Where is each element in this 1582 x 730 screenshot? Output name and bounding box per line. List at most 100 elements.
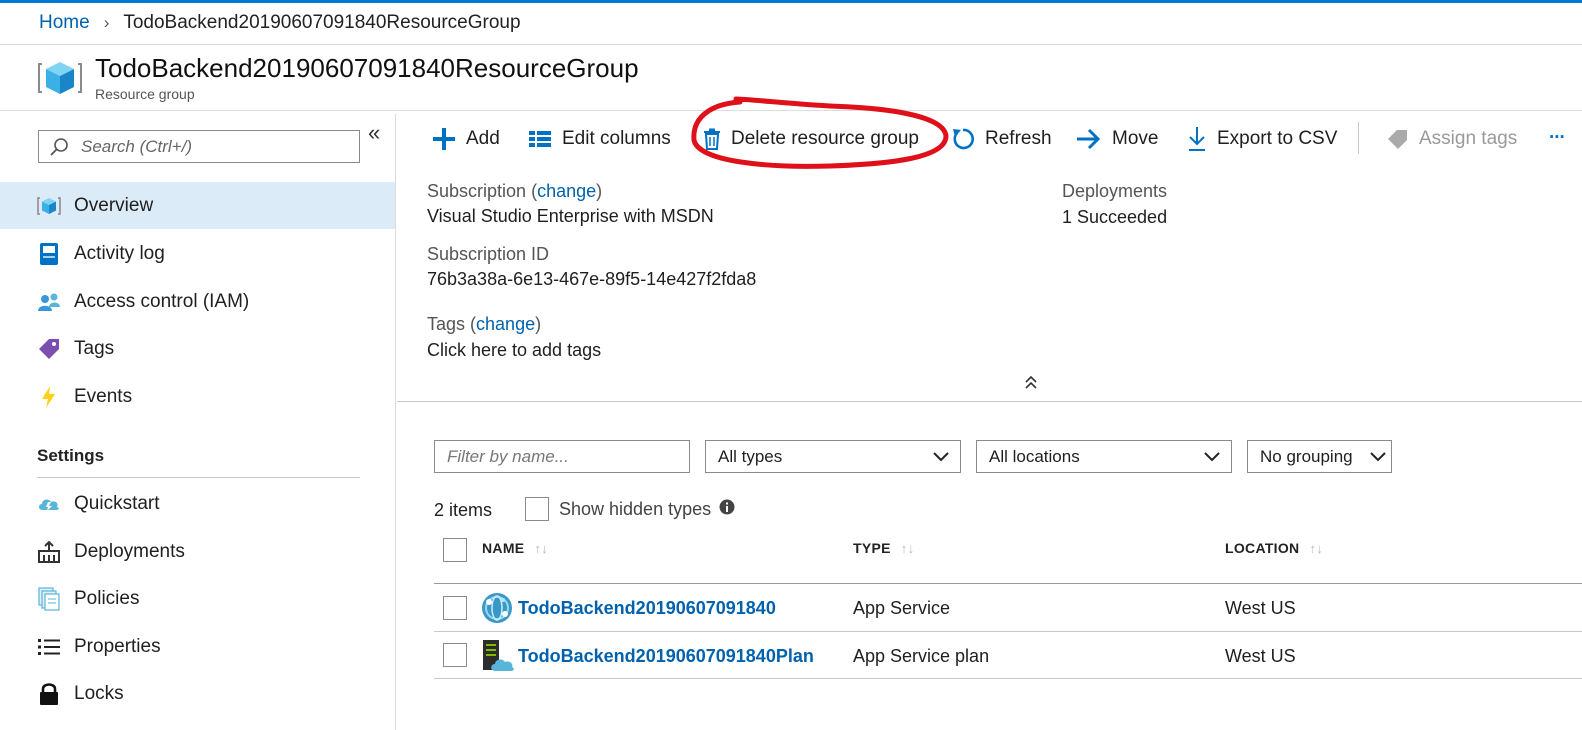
subscription-id-label: Subscription ID <box>427 244 550 264</box>
breadcrumb-home[interactable]: Home <box>39 12 90 34</box>
deployments-link[interactable]: 1 Succeeded <box>1062 207 1167 228</box>
sidebar-item-label: Events <box>74 385 133 407</box>
sidebar-item-tags[interactable]: Tags <box>0 325 395 372</box>
column-location-label: LOCATION <box>1225 540 1300 556</box>
items-count: 2 items <box>434 500 493 520</box>
sidebar-item-label: Locks <box>74 682 124 704</box>
assign-tags-label: Assign tags <box>1419 128 1518 149</box>
resource-name-link[interactable]: TodoBackend20190607091840Plan <box>518 646 814 667</box>
resource-location: West US <box>1225 646 1296 666</box>
subscription-id-value: 76b3a38a-6e13-467e-89f5-14e427f2fda8 <box>427 269 757 289</box>
deployments-label: Deployments <box>1062 181 1168 201</box>
subscription-change-link[interactable]: change <box>537 181 596 201</box>
chevron-down-icon <box>1369 448 1387 471</box>
edit-columns-button[interactable]: Edit columns <box>528 124 671 154</box>
sidebar-item-quickstart[interactable]: Quickstart <box>0 480 395 527</box>
show-hidden-types[interactable]: Show hidden types <box>525 497 735 521</box>
sort-icon: ↑↓ <box>534 540 549 556</box>
sidebar-item-locks[interactable]: Locks <box>0 670 395 717</box>
grouping-dropdown-value: No grouping <box>1260 446 1353 466</box>
sidebar: « Overview Activity log Access control (… <box>0 114 396 730</box>
edit-columns-label: Edit columns <box>562 128 671 149</box>
sidebar-item-activity-log[interactable]: Activity log <box>0 230 395 277</box>
resource-name-link[interactable]: TodoBackend20190607091840 <box>518 598 776 619</box>
sidebar-item-label: Policies <box>74 587 140 609</box>
add-label: Add <box>466 128 500 149</box>
filter-by-name[interactable] <box>434 440 690 473</box>
row-checkbox[interactable] <box>443 643 467 667</box>
tag-icon <box>1387 128 1409 150</box>
sort-icon: ↑↓ <box>1309 540 1324 556</box>
sidebar-search[interactable] <box>38 130 360 163</box>
annotation-circle <box>691 96 949 169</box>
page-subtitle: Resource group <box>95 86 195 102</box>
divider <box>397 401 1582 402</box>
collapse-essentials-icon[interactable] <box>1024 374 1038 395</box>
sidebar-item-access-control[interactable]: Access control (IAM) <box>0 278 395 325</box>
add-button[interactable]: Add <box>432 124 500 154</box>
types-dropdown[interactable]: All types <box>705 440 961 473</box>
grouping-dropdown[interactable]: No grouping <box>1247 440 1392 473</box>
assign-tags-button[interactable]: Assign tags <box>1387 124 1517 154</box>
app-service-plan-icon <box>481 639 515 678</box>
collapse-sidebar-icon[interactable]: « <box>368 120 380 146</box>
info-icon[interactable] <box>719 499 735 520</box>
locations-dropdown-value: All locations <box>989 446 1080 466</box>
add-tags-link[interactable]: Click here to add tags <box>427 340 601 361</box>
lightning-icon <box>36 385 62 409</box>
properties-icon <box>36 635 62 659</box>
divider <box>37 477 360 478</box>
search-icon <box>50 137 68 156</box>
export-csv-label: Export to CSV <box>1217 128 1338 149</box>
chevron-down-icon <box>1203 448 1221 471</box>
resource-type: App Service <box>853 598 951 618</box>
column-header-type[interactable]: TYPE ↑↓ <box>853 540 914 556</box>
more-options-button[interactable]: ... <box>1549 118 1565 148</box>
sidebar-item-label: Quickstart <box>74 492 160 514</box>
policies-icon <box>36 586 62 611</box>
locations-dropdown[interactable]: All locations <box>976 440 1232 473</box>
toolbar-separator <box>1358 122 1359 154</box>
tags-change-link[interactable]: change <box>476 314 535 334</box>
show-hidden-checkbox[interactable] <box>525 497 549 521</box>
select-all-checkbox[interactable] <box>443 538 467 562</box>
resource-group-icon <box>38 58 82 98</box>
sidebar-item-label: Tags <box>74 337 115 359</box>
sidebar-item-deployments[interactable]: Deployments <box>0 528 395 575</box>
app-service-icon <box>481 592 513 629</box>
sort-icon: ↑↓ <box>900 540 915 556</box>
export-csv-button[interactable]: Export to CSV <box>1187 124 1337 154</box>
cloud-quickstart-icon <box>36 492 62 516</box>
move-button[interactable]: Move <box>1076 124 1158 154</box>
resource-location: West US <box>1225 598 1296 618</box>
sidebar-item-policies[interactable]: Policies <box>0 575 395 622</box>
column-type-label: TYPE <box>853 540 891 556</box>
command-bar: Add Edit columns Delete resource group R… <box>397 114 1582 164</box>
sidebar-item-properties[interactable]: Properties <box>0 623 395 670</box>
sidebar-item-events[interactable]: Events <box>0 373 395 420</box>
settings-section-title: Settings <box>37 446 105 465</box>
sidebar-item-overview[interactable]: Overview <box>0 182 395 229</box>
columns-icon <box>528 129 552 149</box>
tags-label: Tags <box>427 314 466 334</box>
column-header-name[interactable]: NAME ↑↓ <box>482 540 548 556</box>
lock-icon <box>36 682 62 706</box>
types-dropdown-value: All types <box>718 446 783 466</box>
divider <box>434 631 1582 632</box>
sidebar-item-label: Deployments <box>74 540 185 562</box>
page-title: TodoBackend20190607091840ResourceGroup <box>95 53 639 83</box>
row-checkbox[interactable] <box>443 596 467 620</box>
filter-name-input[interactable] <box>447 446 677 467</box>
show-hidden-label: Show hidden types <box>559 498 712 519</box>
refresh-button[interactable]: Refresh <box>951 124 1052 154</box>
subscription-link[interactable]: Visual Studio Enterprise with MSDN <box>427 206 714 227</box>
tag-icon <box>36 337 62 361</box>
column-header-location[interactable]: LOCATION ↑↓ <box>1225 540 1323 556</box>
breadcrumb-separator-icon: › <box>103 13 110 32</box>
sidebar-item-label: Activity log <box>74 242 165 264</box>
arrow-right-icon <box>1076 128 1102 150</box>
move-label: Move <box>1112 128 1159 149</box>
search-input[interactable] <box>81 136 351 157</box>
refresh-label: Refresh <box>985 128 1052 149</box>
resource-type: App Service plan <box>853 646 990 666</box>
